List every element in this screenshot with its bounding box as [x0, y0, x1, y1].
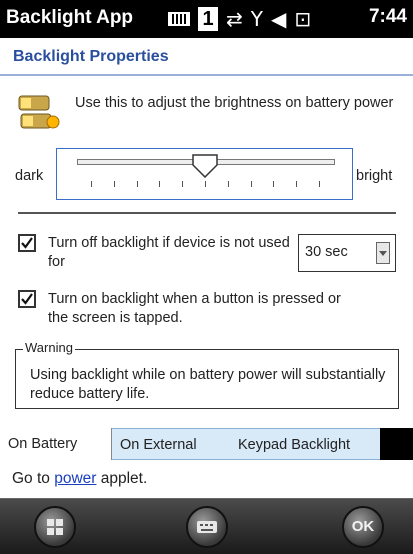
data-sync-icon[interactable]: ⇄: [226, 7, 243, 31]
slider-tick: [273, 181, 275, 187]
slider-tick: [296, 181, 298, 187]
slider-tick: [205, 181, 206, 187]
turn-on-label: Turn on backlight when a button is press…: [48, 291, 341, 326]
turn-off-label: Turn off backlight if device is not used…: [48, 235, 290, 270]
slider-min-label: dark: [15, 168, 44, 184]
slider-tick: [136, 181, 138, 187]
page-title: Backlight Properties: [13, 48, 169, 65]
turn-off-checkbox[interactable]: [18, 234, 36, 252]
signal-off-icon[interactable]: Y: [251, 7, 263, 31]
slider-tick: [182, 181, 184, 187]
clock[interactable]: 7:44: [369, 6, 407, 28]
title-bar: Backlight App 1 ⇄ Y ◀ ⊡ 7:44: [0, 0, 413, 38]
power-link[interactable]: power: [54, 470, 96, 487]
timeout-value: 30 sec: [305, 244, 348, 260]
ok-icon[interactable]: OK: [342, 506, 384, 548]
battery-brightness-icon: [18, 95, 60, 129]
section-divider: [18, 212, 396, 214]
power-plug-icon[interactable]: ⊡: [294, 7, 311, 31]
chevron-down-icon[interactable]: [376, 242, 390, 264]
sim-icon[interactable]: 1: [198, 7, 218, 31]
power-applet-link-row: Go to power applet.: [12, 470, 147, 488]
battery-icon[interactable]: [168, 12, 190, 26]
softkey-bar: OK: [0, 498, 413, 554]
brightness-slider[interactable]: [56, 148, 353, 200]
slider-tick: [113, 181, 115, 187]
tab-on-external[interactable]: On External: [112, 428, 230, 460]
keyboard-icon[interactable]: [186, 506, 228, 548]
ok-label: OK: [351, 518, 375, 535]
warning-legend: Warning: [23, 340, 75, 355]
slider-thumb[interactable]: [192, 154, 218, 178]
slider-tick: [319, 181, 320, 187]
page-header: Backlight Properties: [0, 38, 413, 76]
app-title: Backlight App: [6, 7, 134, 28]
timeout-dropdown[interactable]: 30 sec: [298, 234, 396, 272]
slider-tick: [227, 181, 229, 187]
volume-icon[interactable]: ◀: [271, 7, 286, 31]
link-suffix: applet.: [96, 470, 148, 487]
windows-start-icon[interactable]: [34, 506, 76, 548]
slider-max-label: bright: [356, 168, 393, 184]
tab-keypad-backlight[interactable]: Keypad Backlight: [230, 428, 380, 460]
slider-tick: [91, 181, 92, 187]
tab-bar-filler: [380, 428, 413, 460]
tab-bar: On Battery On External Keypad Backlight: [0, 428, 413, 460]
warning-text: Using backlight while on battery power w…: [30, 367, 386, 402]
turn-on-checkbox[interactable]: [18, 290, 36, 308]
link-prefix: Go to: [12, 470, 55, 487]
slider-tick: [159, 181, 161, 187]
brightness-description: Use this to adjust the brightness on bat…: [75, 95, 394, 111]
header-divider: [0, 74, 413, 76]
status-icons: 1 ⇄ Y ◀ ⊡: [168, 6, 319, 32]
tab-on-battery[interactable]: On Battery: [0, 428, 112, 460]
slider-tick: [250, 181, 252, 187]
